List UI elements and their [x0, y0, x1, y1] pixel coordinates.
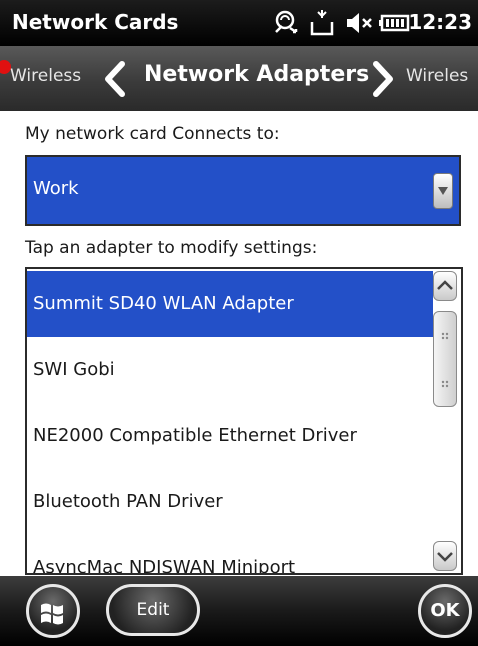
- volume-muted-icon[interactable]: [344, 6, 374, 40]
- list-item[interactable]: NE2000 Compatible Ethernet Driver: [27, 403, 433, 469]
- edit-button[interactable]: Edit: [106, 584, 200, 636]
- list-item[interactable]: AsyncMac NDISWAN Miniport: [27, 535, 433, 573]
- scroll-thumb[interactable]: [433, 311, 457, 407]
- scroll-down-button[interactable]: [433, 541, 457, 571]
- list-item[interactable]: SWI Gobi: [27, 337, 433, 403]
- dropdown-arrow-icon[interactable]: [433, 173, 453, 209]
- battery-icon[interactable]: [378, 6, 412, 40]
- scroll-up-button[interactable]: [433, 271, 457, 301]
- adapters-label: Tap an adapter to modify settings:: [25, 238, 318, 258]
- status-clock[interactable]: 12:23: [408, 10, 472, 34]
- list-item[interactable]: Bluetooth PAN Driver: [27, 469, 433, 535]
- connects-to-dropdown[interactable]: Work: [25, 155, 461, 226]
- chevron-left-icon[interactable]: [100, 60, 128, 102]
- tab-previous[interactable]: Wireless: [10, 66, 81, 86]
- title-bar: Network Cards 12:23: [0, 0, 478, 46]
- message-icon[interactable]: [308, 6, 336, 40]
- chevron-right-icon[interactable]: [370, 60, 398, 102]
- ok-button[interactable]: OK: [418, 584, 472, 638]
- tab-header: Wireless Network Adapters Wireles: [0, 46, 478, 111]
- start-button[interactable]: [26, 584, 80, 638]
- adapter-list[interactable]: Summit SD40 WLAN Adapter SWI Gobi NE2000…: [25, 267, 463, 575]
- bottom-bar: Edit OK: [0, 576, 478, 646]
- scrollbar[interactable]: [433, 271, 459, 571]
- tab-next[interactable]: Wireles: [406, 66, 468, 86]
- connects-to-value: Work: [33, 178, 79, 199]
- connectivity-icon[interactable]: [270, 6, 300, 40]
- windows-flag-icon: [29, 603, 77, 639]
- window-title: Network Cards: [12, 10, 179, 34]
- connects-to-label: My network card Connects to:: [25, 124, 280, 144]
- list-item[interactable]: Summit SD40 WLAN Adapter: [27, 271, 433, 337]
- tab-current: Network Adapters: [144, 62, 370, 87]
